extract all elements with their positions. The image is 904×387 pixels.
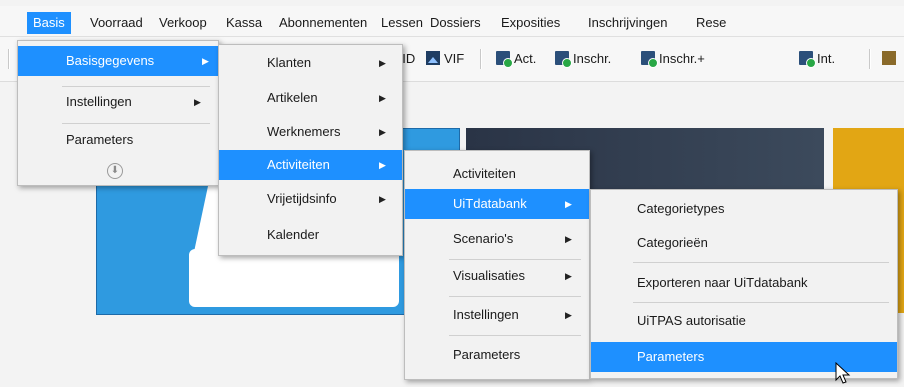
toolbar-separator	[869, 49, 870, 69]
menu-item-scenarios[interactable]: Scenario's ▶	[405, 224, 589, 254]
toolbar-separator	[8, 49, 9, 69]
activity-add-icon	[496, 51, 513, 68]
menu-item-label: Visualisaties	[453, 268, 526, 283]
menu-item-label: UiTPAS autorisatie	[637, 313, 746, 328]
menu-item-label: Parameters	[66, 132, 134, 147]
menu-item-label: Exporteren naar UiTdatabank	[637, 275, 808, 290]
inschr-plus-button[interactable]: Inschr.+	[641, 49, 705, 69]
basis-dropdown: Basisgegevens ▶ Instellingen ▶ Parameter…	[17, 40, 219, 186]
submenu-arrow-icon: ▶	[565, 310, 572, 320]
activiteiten-submenu: Activiteiten UiTdatabank ▶ Scenario's ▶ …	[404, 150, 590, 380]
menu-item-uitpas-autorisatie[interactable]: UiTPAS autorisatie	[591, 306, 897, 336]
menu-separator	[449, 296, 581, 297]
menu-item-categorietypes[interactable]: Categorietypes	[591, 194, 897, 224]
scroll-down-icon[interactable]: ⬇	[107, 163, 123, 179]
act-label: Act.	[514, 51, 537, 66]
interest-add-icon	[799, 51, 816, 68]
menu-item-label: Basisgegevens	[66, 53, 155, 68]
menu-item-visualisaties[interactable]: Visualisaties ▶	[405, 261, 589, 291]
menu-voorraad[interactable]: Voorraad	[84, 12, 149, 34]
submenu-arrow-icon: ▶	[565, 234, 572, 244]
tile-graphic	[189, 249, 399, 307]
menu-item-instellingen[interactable]: Instellingen ▶	[405, 300, 589, 330]
menu-item-kalender[interactable]: Kalender	[219, 220, 402, 250]
menu-separator	[62, 123, 210, 124]
menu-item-basisgegevens[interactable]: Basisgegevens ▶	[18, 46, 218, 76]
menu-dossiers[interactable]: Dossiers	[424, 12, 487, 34]
submenu-arrow-icon: ▶	[379, 194, 386, 204]
more-toolbar-button[interactable]	[882, 49, 900, 69]
inschr-button[interactable]: Inschr.	[555, 49, 611, 69]
submenu-arrow-icon: ▶	[379, 127, 386, 137]
menu-item-parameters[interactable]: Parameters	[18, 125, 218, 155]
basisgegevens-submenu: Klanten ▶ Artikelen ▶ Werknemers ▶ Activ…	[218, 44, 403, 256]
menu-bar: Basis Voorraad Verkoop Kassa Abonnemente…	[0, 6, 904, 37]
submenu-arrow-icon: ▶	[565, 199, 572, 209]
submenu-arrow-icon: ▶	[202, 56, 209, 66]
menu-kassa[interactable]: Kassa	[220, 12, 268, 34]
act-button[interactable]: Act.	[496, 49, 536, 69]
menu-separator	[449, 259, 581, 260]
int-button[interactable]: Int.	[799, 49, 835, 69]
int-label: Int.	[817, 51, 836, 66]
registration-plus-icon	[641, 51, 658, 68]
submenu-arrow-icon: ▶	[379, 93, 386, 103]
submenu-arrow-icon: ▶	[565, 271, 572, 281]
menu-item-label: Instellingen	[453, 307, 519, 322]
menu-item-artikelen[interactable]: Artikelen ▶	[219, 83, 402, 113]
menu-item-label: Parameters	[637, 349, 705, 364]
inschr-plus-label: Inschr.+	[659, 51, 705, 66]
menu-item-label: Instellingen	[66, 94, 132, 109]
registration-add-icon	[555, 51, 572, 68]
menu-separator	[449, 335, 581, 336]
menu-item-categorieen[interactable]: Categorieën	[591, 228, 897, 258]
menu-item-instellingen[interactable]: Instellingen ▶	[18, 87, 218, 117]
menu-item-label: Activiteiten	[453, 166, 516, 181]
menu-item-activiteiten-list[interactable]: Activiteiten	[405, 159, 589, 189]
menu-item-label: Artikelen	[267, 90, 318, 105]
image-icon	[426, 51, 440, 65]
menu-item-klanten[interactable]: Klanten ▶	[219, 48, 402, 78]
menu-item-label: Kalender	[267, 227, 320, 242]
menu-item-activiteiten[interactable]: Activiteiten ▶	[219, 150, 402, 180]
menu-exposities[interactable]: Exposities	[495, 12, 566, 34]
menu-item-uitdatabank[interactable]: UiTdatabank ▶	[405, 189, 589, 219]
menu-item-label: Categorieën	[637, 235, 708, 250]
inschr-label: Inschr.	[573, 51, 612, 66]
menu-separator	[633, 302, 889, 303]
menu-item-parameters[interactable]: Parameters	[405, 340, 589, 370]
submenu-arrow-icon: ▶	[379, 58, 386, 68]
menu-item-label: Klanten	[267, 55, 312, 70]
people-icon	[882, 51, 896, 65]
menu-item-label: UiTdatabank	[453, 196, 527, 211]
menu-verkoop[interactable]: Verkoop	[153, 12, 213, 34]
menu-lessen[interactable]: Lessen	[375, 12, 429, 34]
menu-inschrijvingen[interactable]: Inschrijvingen	[582, 12, 674, 34]
submenu-arrow-icon: ▶	[194, 97, 201, 107]
menu-item-label: Categorietypes	[637, 201, 725, 216]
menu-item-exporteren[interactable]: Exporteren naar UiTdatabank	[591, 268, 897, 298]
menu-item-label: Werknemers	[267, 124, 341, 139]
mouse-cursor-icon	[835, 362, 851, 384]
vif-label: VIF	[444, 51, 465, 66]
menu-separator	[633, 262, 889, 263]
submenu-arrow-icon: ▶	[379, 160, 386, 170]
vif-button[interactable]: VIF	[426, 49, 464, 69]
menu-item-label: Scenario's	[453, 231, 514, 246]
menu-basis[interactable]: Basis	[27, 12, 71, 34]
menu-abonnementen[interactable]: Abonnementen	[273, 12, 373, 34]
menu-item-label: Vrijetijdsinfo	[267, 191, 337, 206]
uitdatabank-submenu: Categorietypes Categorieën Exporteren na…	[590, 189, 898, 379]
menu-item-werknemers[interactable]: Werknemers ▶	[219, 117, 402, 147]
menu-rese[interactable]: Rese	[690, 12, 732, 34]
toolbar-separator	[480, 49, 481, 69]
menu-item-vrijetijdsinfo[interactable]: Vrijetijdsinfo ▶	[219, 184, 402, 214]
menu-item-label: Activiteiten	[267, 157, 330, 172]
menu-item-label: Parameters	[453, 347, 521, 362]
